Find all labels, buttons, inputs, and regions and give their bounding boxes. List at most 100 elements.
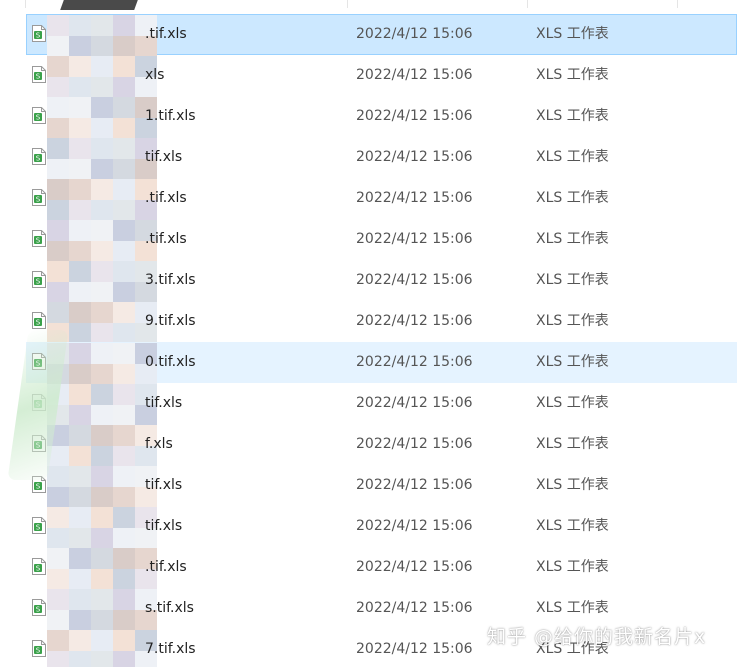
mosaic-cell (91, 158, 113, 179)
file-modified-date: 2022/4/12 15:06 (356, 559, 473, 575)
redacted-filename-mosaic (47, 466, 157, 507)
file-name-suffix: 0.tif.xls (145, 354, 196, 370)
mosaic-cell (113, 35, 135, 56)
mosaic-cell (113, 76, 135, 97)
file-row[interactable]: S 3.tif.xls 2022/4/12 15:06 XLS 工作表 (26, 260, 737, 302)
mosaic-cell (113, 650, 135, 667)
spreadsheet-file-icon: S (32, 435, 46, 452)
file-type: XLS 工作表 (536, 477, 609, 493)
mosaic-cell (69, 548, 91, 569)
column-divider[interactable] (25, 0, 26, 8)
file-row[interactable]: S tif.xls 2022/4/12 15:06 XLS 工作表 (26, 137, 737, 179)
mosaic-cell (47, 240, 69, 261)
file-type: XLS 工作表 (536, 436, 609, 452)
file-explorer-view: S g .tif.xls 2022/4/12 15:06 XLS 工作表 S x… (0, 0, 737, 667)
mosaic-cell (47, 527, 69, 548)
spreadsheet-file-icon: S (32, 66, 46, 83)
file-row[interactable]: S g tif.xls 2022/4/12 15:06 XLS 工作表 (26, 465, 737, 507)
mosaic-cell (113, 384, 135, 405)
mosaic-cell (47, 466, 69, 487)
mosaic-cell (113, 363, 135, 384)
mosaic-cell (91, 76, 113, 97)
file-row[interactable]: S g f.xls 2022/4/12 15:06 XLS 工作表 (26, 424, 737, 466)
mosaic-cell (113, 199, 135, 220)
redacted-filename-mosaic (47, 138, 157, 179)
file-row[interactable]: S .tif.xls 2022/4/12 15:06 XLS 工作表 (26, 178, 737, 220)
mosaic-cell (69, 466, 91, 487)
file-row[interactable]: S .tif.xls 2022/4/12 15:06 XLS 工作表 (26, 219, 737, 261)
column-divider[interactable] (347, 0, 348, 8)
file-row[interactable]: S 9.tif.xls 2022/4/12 15:06 XLS 工作表 (26, 301, 737, 343)
file-modified-date: 2022/4/12 15:06 (356, 600, 473, 616)
mosaic-cell (47, 630, 69, 651)
file-row[interactable]: S 1.tif.xls 2022/4/12 15:06 XLS 工作表 (26, 96, 737, 138)
mosaic-cell (113, 281, 135, 302)
mosaic-cell (91, 240, 113, 261)
mosaic-cell (113, 425, 135, 446)
mosaic-cell (91, 650, 113, 667)
mosaic-cell (69, 568, 91, 589)
column-divider[interactable] (527, 0, 528, 8)
file-type: XLS 工作表 (536, 395, 609, 411)
mosaic-cell (47, 76, 69, 97)
file-modified-date: 2022/4/12 15:06 (356, 436, 473, 452)
file-row[interactable]: S .tif.xls 2022/4/12 15:06 XLS 工作表 (26, 547, 737, 589)
mosaic-cell (113, 138, 135, 159)
svg-text:S: S (36, 196, 41, 204)
mosaic-cell (69, 425, 91, 446)
spreadsheet-file-icon: S (32, 189, 46, 206)
mosaic-cell (113, 240, 135, 261)
mosaic-cell (113, 507, 135, 528)
mosaic-cell (69, 630, 91, 651)
mosaic-cell (91, 404, 113, 425)
mosaic-cell (91, 179, 113, 200)
mosaic-cell (69, 322, 91, 343)
mosaic-cell (69, 302, 91, 323)
file-type: XLS 工作表 (536, 272, 609, 288)
mosaic-cell (69, 56, 91, 77)
watermark-text: 知乎 @给你的我新名片x (487, 626, 707, 648)
spreadsheet-file-icon: S (32, 312, 46, 329)
file-row[interactable]: S tif.xls 2022/4/12 15:06 XLS 工作表 (26, 506, 737, 548)
mosaic-cell (91, 363, 113, 384)
mosaic-cell (47, 609, 69, 630)
redaction-mark (60, 0, 138, 10)
file-modified-date: 2022/4/12 15:06 (356, 108, 473, 124)
mosaic-cell (47, 199, 69, 220)
spreadsheet-file-icon: S (32, 353, 46, 370)
svg-text:S: S (36, 524, 41, 532)
mosaic-cell (47, 363, 69, 384)
mosaic-cell (47, 15, 69, 36)
mosaic-cell (69, 609, 91, 630)
mosaic-cell (69, 589, 91, 610)
mosaic-cell (47, 322, 69, 343)
mosaic-cell (47, 589, 69, 610)
mosaic-cell (91, 486, 113, 507)
mosaic-cell (47, 486, 69, 507)
svg-text:S: S (36, 606, 41, 614)
mosaic-cell (47, 404, 69, 425)
redacted-filename-mosaic (47, 302, 157, 343)
mosaic-cell (47, 220, 69, 241)
mosaic-cell (69, 507, 91, 528)
mosaic-cell (113, 179, 135, 200)
file-row[interactable]: S xls 2022/4/12 15:06 XLS 工作表 (26, 55, 737, 97)
svg-text:S: S (36, 237, 41, 245)
file-name-suffix: 7.tif.xls (145, 641, 196, 657)
redacted-filename-mosaic (47, 548, 157, 589)
mosaic-cell (47, 507, 69, 528)
file-row[interactable]: S 0.tif.xls 2022/4/12 15:06 XLS 工作表 (26, 342, 737, 384)
mosaic-cell (69, 445, 91, 466)
file-name-suffix: .tif.xls (145, 190, 187, 206)
mosaic-cell (91, 261, 113, 282)
mosaic-cell (91, 343, 113, 364)
redacted-filename-mosaic (47, 630, 157, 667)
column-divider[interactable] (677, 0, 678, 8)
mosaic-cell (47, 568, 69, 589)
svg-text:S: S (36, 360, 41, 368)
svg-text:S: S (36, 647, 41, 655)
file-row[interactable]: S g tif.xls 2022/4/12 15:06 XLS 工作表 (26, 383, 737, 425)
file-row[interactable]: S g .tif.xls 2022/4/12 15:06 XLS 工作表 (26, 14, 737, 56)
mosaic-cell (47, 138, 69, 159)
file-modified-date: 2022/4/12 15:06 (356, 67, 473, 83)
